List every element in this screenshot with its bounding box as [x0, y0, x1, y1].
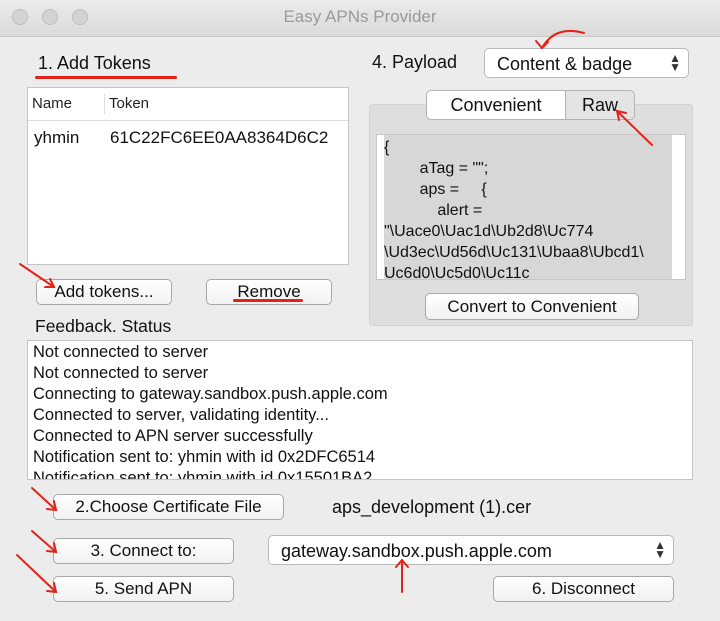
tab-convenient[interactable]: Convenient: [426, 90, 566, 120]
log-line: Connected to APN server successfully: [33, 427, 313, 445]
connect-to-button[interactable]: 3. Connect to:: [53, 538, 234, 564]
certificate-filename: aps_development (1).cer: [332, 497, 532, 517]
choose-certificate-button[interactable]: 2.Choose Certificate File: [53, 494, 284, 520]
token-row-name: yhmin: [34, 128, 80, 147]
column-divider[interactable]: [104, 94, 105, 114]
tab-raw[interactable]: Raw: [565, 90, 635, 120]
payload-type-select[interactable]: Content & badge ▲ ▼: [484, 48, 689, 78]
annotation-arrow-send-apn: [16, 554, 58, 594]
log-line: Notification sent to: yhmin with id 0x2D…: [33, 448, 376, 466]
token-row-value: 61C22FC6EE0AA8364D6C2: [110, 128, 329, 147]
feedback-log[interactable]: Not connected to server Not connected to…: [27, 340, 693, 480]
annotation-underline-remove: [233, 299, 303, 302]
disconnect-button[interactable]: 6. Disconnect: [493, 576, 674, 602]
updown-chevron-icon: ▲ ▼: [654, 538, 666, 561]
updown-chevron-icon: ▲ ▼: [669, 51, 681, 74]
log-line: Notification sent to: yhmin with id 0x15…: [33, 469, 373, 480]
window-title: Easy APNs Provider: [283, 7, 437, 26]
log-line: Connecting to gateway.sandbox.push.apple…: [33, 385, 388, 403]
app-window: Easy APNs Provider 1. Add Tokens Name To…: [0, 0, 720, 621]
title-bar: Easy APNs Provider: [0, 0, 720, 37]
tokens-table[interactable]: Name Token yhmin 61C22FC6EE0AA8364D6C2: [27, 87, 349, 265]
column-header-name[interactable]: Name: [32, 95, 72, 112]
annotation-underline-add-tokens: [35, 76, 177, 79]
convert-to-convenient-button[interactable]: Convert to Convenient: [425, 293, 639, 320]
server-select[interactable]: gateway.sandbox.push.apple.com ▲ ▼: [268, 535, 674, 565]
log-line: Connected to server, validating identity…: [33, 406, 329, 424]
raw-payload-text: { aTag = ""; aps = { alert = "\Uace0\Uac…: [384, 139, 644, 280]
add-tokens-button[interactable]: Add tokens...: [36, 279, 172, 305]
raw-payload-textarea[interactable]: { aTag = ""; aps = { alert = "\Uace0\Uac…: [376, 134, 686, 280]
tokens-table-header: Name Token: [28, 88, 348, 121]
add-tokens-heading: 1. Add Tokens: [38, 53, 151, 73]
send-apn-button[interactable]: 5. Send APN: [53, 576, 234, 602]
payload-label: 4. Payload: [372, 52, 458, 72]
column-header-token[interactable]: Token: [109, 95, 149, 112]
server-select-value: gateway.sandbox.push.apple.com: [281, 541, 552, 561]
feedback-status-label: Feedback. Status: [35, 316, 172, 336]
payload-type-value: Content & badge: [497, 54, 633, 74]
log-line: Not connected to server: [33, 343, 209, 361]
log-line: Not connected to server: [33, 364, 209, 382]
